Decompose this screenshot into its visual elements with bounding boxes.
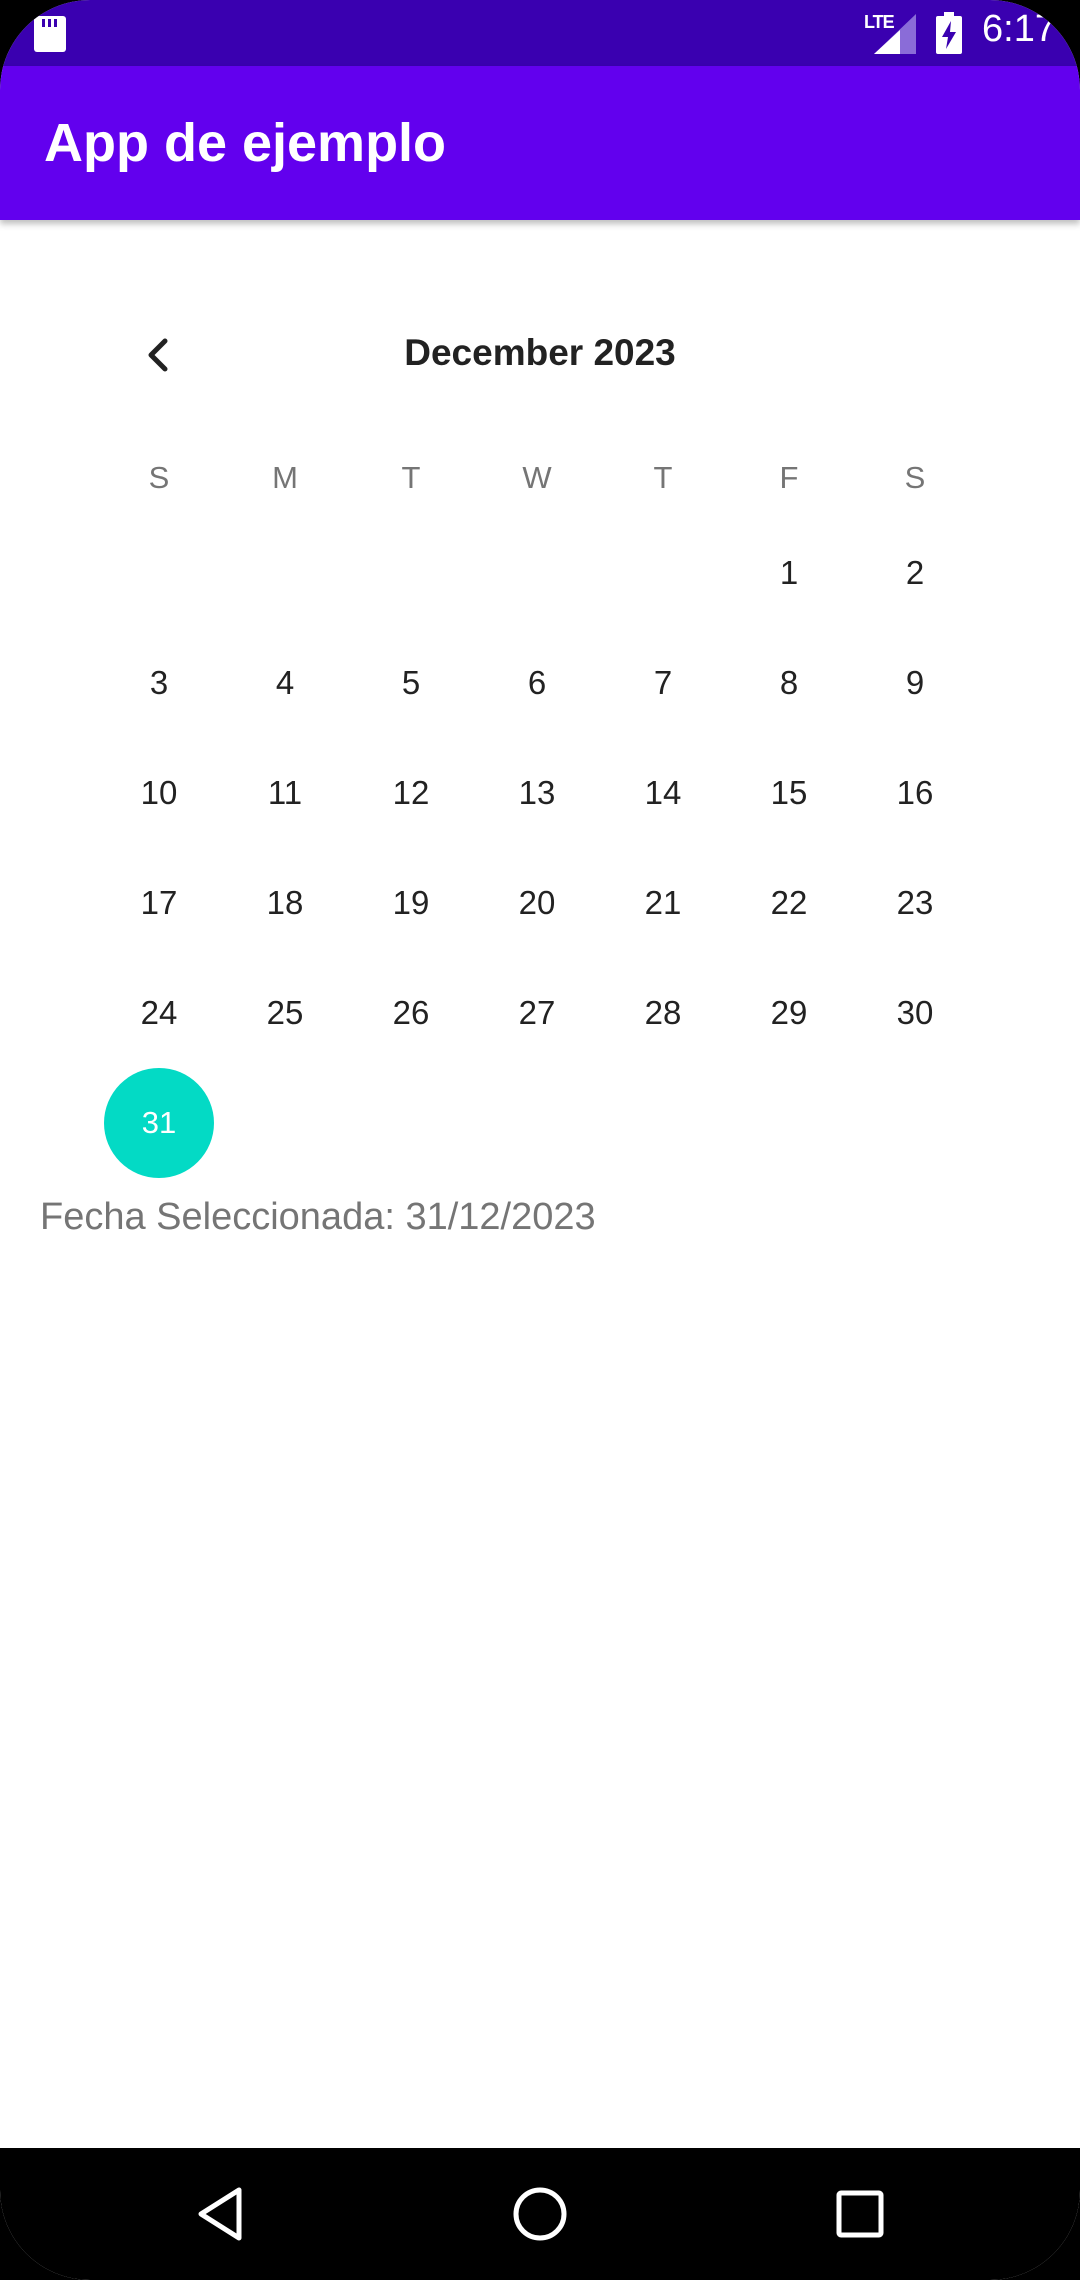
calendar-day[interactable]: 11 — [222, 738, 348, 848]
weekday-label: S — [904, 460, 926, 495]
calendar-day[interactable]: 16 — [852, 738, 978, 848]
selected-day-circle: 31 — [104, 1068, 214, 1178]
calendar-week-row: 1 2 — [96, 518, 978, 628]
calendar-day[interactable]: 23 — [852, 848, 978, 958]
calendar-week-row: 3 4 5 6 7 8 9 — [96, 628, 978, 738]
calendar-day[interactable]: 2 — [852, 518, 978, 628]
sd-card-icon — [34, 16, 66, 52]
calendar-day[interactable]: 3 — [96, 628, 222, 738]
weekday-label: W — [522, 460, 552, 495]
calendar-day[interactable]: 21 — [600, 848, 726, 958]
calendar-day-empty — [348, 518, 474, 628]
previous-month-button[interactable] — [128, 320, 188, 390]
calendar-week-row: 24 25 26 27 28 29 30 — [96, 958, 978, 1068]
navigation-bar — [0, 2148, 1080, 2280]
calendar-day[interactable]: 24 — [96, 958, 222, 1068]
calendar-day[interactable]: 17 — [96, 848, 222, 958]
calendar-day[interactable]: 22 — [726, 848, 852, 958]
calendar-week-row: 17 18 19 20 21 22 23 — [96, 848, 978, 958]
back-button[interactable] — [180, 2176, 260, 2252]
weekday-label: M — [272, 460, 298, 495]
calendar-day[interactable]: 10 — [96, 738, 222, 848]
calendar-day[interactable]: 18 — [222, 848, 348, 958]
calendar-day[interactable]: 29 — [726, 958, 852, 1068]
calendar-day-selected[interactable]: 31 — [96, 1068, 222, 1178]
calendar-day-empty — [96, 518, 222, 628]
calendar-day-empty — [222, 518, 348, 628]
status-bar: LTE 6:17 — [0, 0, 1080, 66]
weekday-label: T — [401, 460, 421, 495]
calendar-day[interactable]: 12 — [348, 738, 474, 848]
calendar-week-row: 10 11 12 13 14 15 16 — [96, 738, 978, 848]
back-icon — [198, 2187, 242, 2241]
calendar-day[interactable]: 7 — [600, 628, 726, 738]
calendar-day[interactable]: 19 — [348, 848, 474, 958]
calendar-day[interactable]: 20 — [474, 848, 600, 958]
status-clock: 6:17 — [982, 8, 1056, 50]
app-bar: App de ejemplo — [0, 66, 1080, 220]
month-year-label: December 2023 — [404, 332, 676, 373]
calendar-day[interactable]: 6 — [474, 628, 600, 738]
calendar-day[interactable]: 26 — [348, 958, 474, 1068]
calendar-day-empty — [474, 518, 600, 628]
calendar-day[interactable]: 8 — [726, 628, 852, 738]
recents-icon — [836, 2190, 884, 2238]
calendar-day[interactable]: 25 — [222, 958, 348, 1068]
weekday-label: F — [779, 460, 799, 495]
calendar-week-row: 31 — [96, 1068, 978, 1178]
home-icon — [513, 2187, 567, 2241]
calendar-day-empty — [600, 518, 726, 628]
calendar-day[interactable]: 5 — [348, 628, 474, 738]
signal-icon — [874, 14, 916, 54]
calendar-header: December 2023 — [0, 320, 1080, 390]
home-button[interactable] — [500, 2176, 580, 2252]
calendar-day[interactable]: 30 — [852, 958, 978, 1068]
calendar-day[interactable]: 9 — [852, 628, 978, 738]
app-title: App de ejemplo — [44, 113, 447, 173]
weekday-label: T — [653, 460, 673, 495]
calendar-day[interactable]: 27 — [474, 958, 600, 1068]
calendar-grid: S M T W T F S 1 2 3 4 5 6 7 8 9 10 11 12… — [96, 440, 978, 1178]
calendar-day[interactable]: 15 — [726, 738, 852, 848]
screen: LTE 6:17 App de ejemplo December 2023 S … — [0, 0, 1080, 2280]
weekday-header-row: S M T W T F S — [96, 440, 978, 518]
selected-date-label: Fecha Seleccionada: 31/12/2023 — [40, 1196, 596, 1238]
battery-charging-icon — [936, 12, 962, 54]
recents-button[interactable] — [820, 2176, 900, 2252]
calendar-day[interactable]: 13 — [474, 738, 600, 848]
calendar-day[interactable]: 4 — [222, 628, 348, 738]
calendar-day[interactable]: 14 — [600, 738, 726, 848]
calendar-day[interactable]: 1 — [726, 518, 852, 628]
calendar-day[interactable]: 28 — [600, 958, 726, 1068]
weekday-label: S — [148, 460, 170, 495]
chevron-left-icon — [148, 338, 168, 372]
